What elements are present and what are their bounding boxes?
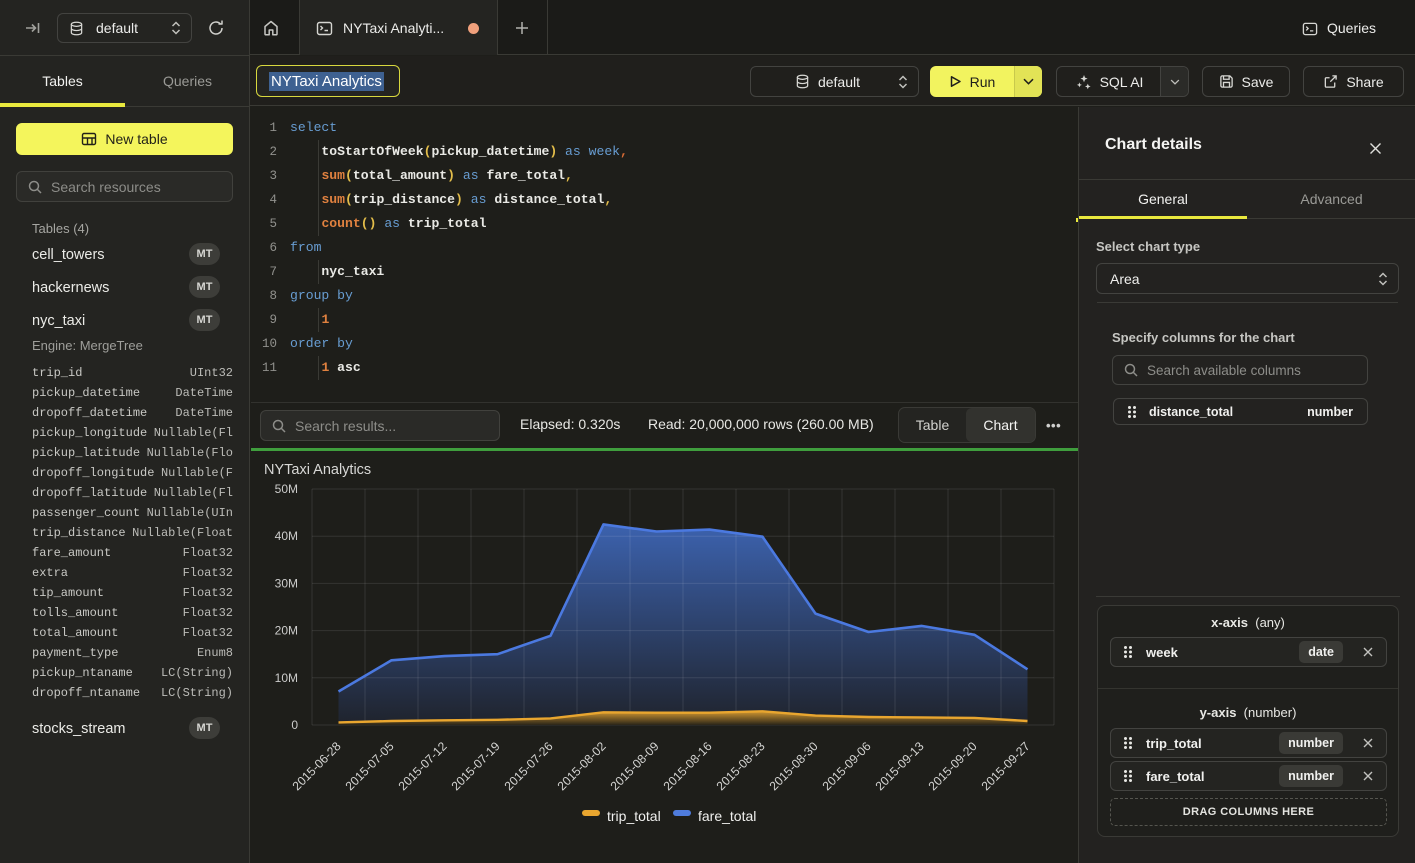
svg-text:2015-09-06: 2015-09-06 (820, 739, 874, 793)
svg-text:20M: 20M (275, 624, 298, 638)
svg-text:NYTaxi Analytics: NYTaxi Analytics (264, 462, 371, 478)
svg-text:2015-07-26: 2015-07-26 (502, 739, 556, 793)
svg-text:50M: 50M (275, 482, 298, 496)
svg-text:2015-08-09: 2015-08-09 (608, 739, 662, 793)
svg-text:2015-08-02: 2015-08-02 (555, 739, 609, 793)
svg-text:30M: 30M (275, 576, 298, 590)
svg-text:0: 0 (291, 718, 298, 732)
svg-text:2015-08-16: 2015-08-16 (661, 739, 715, 793)
svg-text:2015-09-27: 2015-09-27 (979, 739, 1033, 793)
svg-text:2015-07-05: 2015-07-05 (343, 739, 397, 793)
svg-text:trip_total: trip_total (607, 808, 661, 824)
svg-text:2015-09-13: 2015-09-13 (873, 739, 927, 793)
svg-text:2015-07-12: 2015-07-12 (396, 739, 450, 793)
svg-text:fare_total: fare_total (698, 808, 756, 824)
svg-text:2015-09-20: 2015-09-20 (926, 739, 980, 793)
svg-text:2015-08-23: 2015-08-23 (714, 739, 768, 793)
svg-text:2015-06-28: 2015-06-28 (290, 739, 344, 793)
svg-text:2015-08-30: 2015-08-30 (767, 739, 821, 793)
svg-text:10M: 10M (275, 671, 298, 685)
svg-text:2015-07-19: 2015-07-19 (449, 739, 503, 793)
svg-text:40M: 40M (275, 529, 298, 543)
